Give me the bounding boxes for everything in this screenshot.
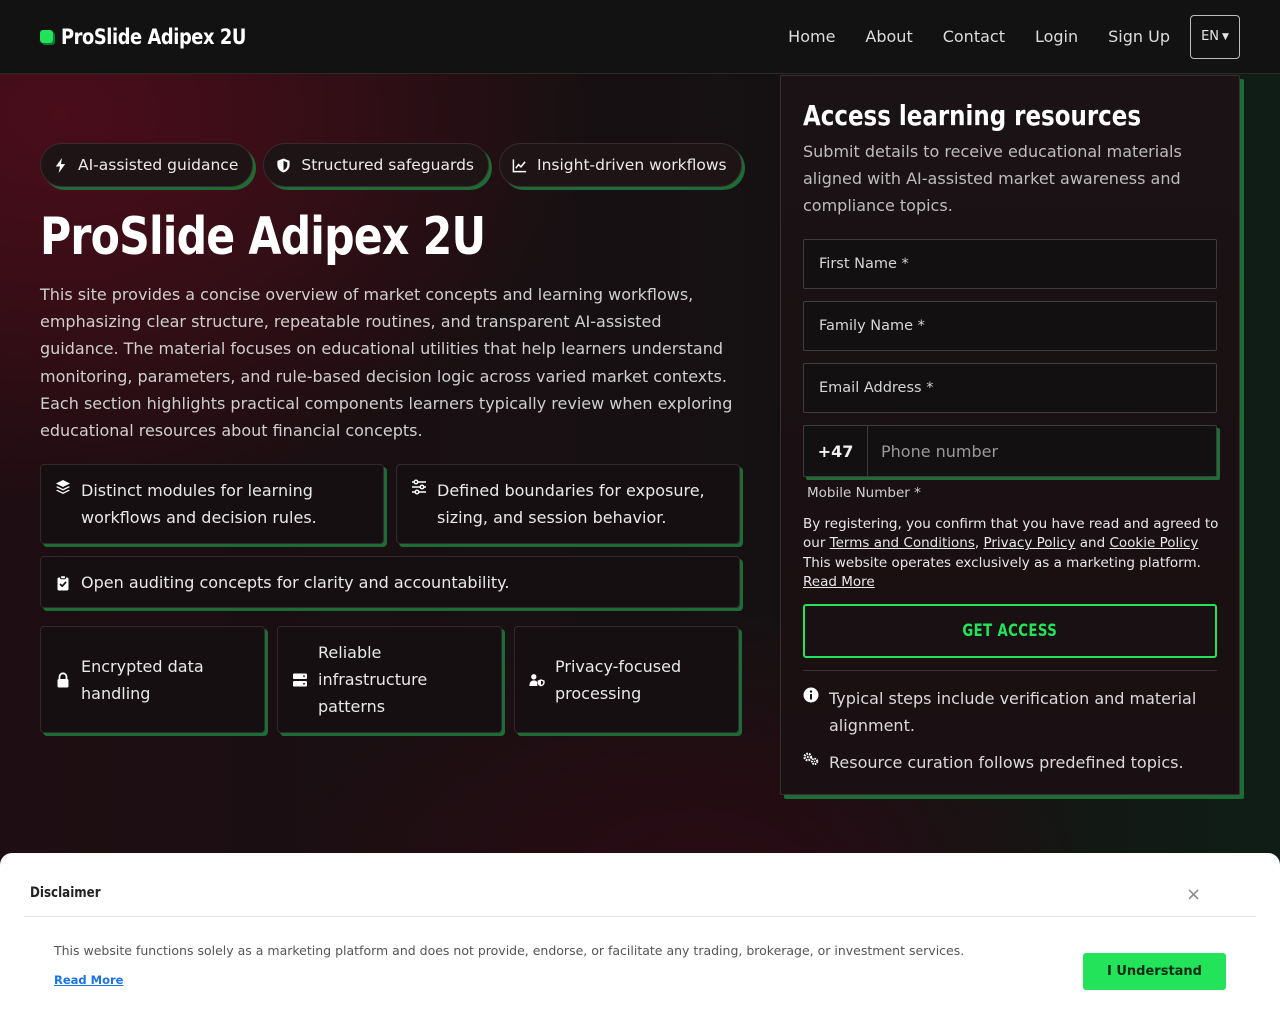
disclaimer-title: Disclaimer	[30, 885, 101, 901]
i-understand-button[interactable]: I Understand	[1083, 953, 1226, 990]
disclaimer-banner: Disclaimer × This website functions sole…	[0, 853, 1280, 1024]
trust-card-infrastructure: Reliable infrastructure patterns	[277, 626, 502, 734]
email-field[interactable]: Email Address *	[803, 363, 1217, 413]
disclaimer-header	[24, 853, 1256, 917]
feature-card-boundaries: Defined boundaries for exposure, sizing,…	[396, 464, 740, 545]
feature-text: Open auditing concepts for clarity and a…	[81, 572, 510, 592]
pill-label: Insight-driven workflows	[537, 156, 727, 174]
layers-icon	[56, 480, 70, 495]
language-selector[interactable]: EN ▼	[1190, 14, 1240, 59]
note-curation: Resource curation follows predefined top…	[803, 749, 1217, 776]
pill-insight-workflows: Insight-driven workflows	[499, 143, 742, 187]
clipboard-check-icon	[57, 575, 69, 591]
feature-text: Distinct modules for learning workflows …	[81, 481, 317, 528]
gears-icon	[803, 752, 819, 766]
brand-logo[interactable]: ProSlide Adipex 2U	[40, 25, 279, 49]
consent-suffix: This website operates exclusively as a m…	[803, 554, 1201, 571]
first-name-placeholder: First Name *	[819, 256, 909, 272]
feature-card-modules: Distinct modules for learning workflows …	[40, 464, 384, 545]
server-icon	[293, 673, 307, 687]
brand-mark-icon	[40, 30, 53, 43]
consent-and: and	[1075, 535, 1110, 552]
pill-safeguards: Structured safeguards	[263, 143, 489, 187]
feature-pills: AI-assisted guidance Structured safeguar…	[40, 143, 744, 187]
note-verification: Typical steps include verification and m…	[803, 685, 1217, 739]
trust-text: Privacy-focused processing	[555, 656, 682, 703]
nav-link-home[interactable]: Home	[788, 27, 835, 46]
first-name-field[interactable]: First Name *	[803, 239, 1217, 289]
get-access-button[interactable]: GET ACCESS	[803, 604, 1217, 659]
user-shield-icon	[529, 673, 545, 687]
nav-link-about[interactable]: About	[865, 27, 912, 46]
trust-card-privacy: Privacy-focused processing	[514, 626, 739, 734]
trust-card-encryption: Encrypted data handling	[40, 626, 265, 734]
shield-icon	[277, 157, 290, 173]
nav-link-login[interactable]: Login	[1035, 27, 1078, 46]
form-divider	[803, 670, 1217, 672]
phone-input[interactable]: Phone number	[868, 442, 998, 461]
pill-label: AI-assisted guidance	[78, 156, 239, 174]
signup-form-card: Access learning resources Submit details…	[780, 75, 1240, 795]
terms-link[interactable]: Terms and Conditions	[830, 535, 975, 551]
caret-down-icon: ▼	[1222, 31, 1229, 42]
feature-cards: Distinct modules for learning workflows …	[40, 464, 744, 545]
note-text: Typical steps include verification and m…	[829, 689, 1197, 736]
bolt-icon	[55, 157, 66, 173]
feature-card-auditing: Open auditing concepts for clarity and a…	[40, 556, 740, 609]
email-placeholder: Email Address *	[819, 380, 934, 396]
trust-text: Encrypted data handling	[81, 656, 204, 703]
nav-link-signup[interactable]: Sign Up	[1108, 27, 1170, 46]
hero-content: AI-assisted guidance Structured safeguar…	[40, 143, 744, 734]
disclaimer-text: This website functions solely as a marke…	[54, 943, 965, 958]
hero-description: This site provides a concise overview of…	[40, 285, 733, 441]
read-more-link[interactable]: Read More	[803, 574, 875, 590]
phone-field-group: +47 Phone number	[803, 425, 1217, 477]
sliders-icon	[412, 479, 426, 495]
page-title: ProSlide Adipex 2U	[40, 207, 486, 267]
top-navbar: ProSlide Adipex 2U Home About Contact Lo…	[0, 0, 1280, 74]
trust-cards: Encrypted data handling Reliable infrast…	[40, 626, 744, 734]
trust-text: Reliable infrastructure patterns	[318, 643, 428, 717]
pill-ai-guidance: AI-assisted guidance	[40, 143, 254, 187]
nav-link-contact[interactable]: Contact	[943, 27, 1005, 46]
form-subtitle: Submit details to receive educational ma…	[803, 142, 1182, 215]
feature-text: Defined boundaries for exposure, sizing,…	[437, 481, 705, 528]
chart-line-icon	[512, 158, 527, 172]
cookie-link[interactable]: Cookie Policy	[1109, 535, 1198, 551]
close-icon[interactable]: ×	[1186, 885, 1201, 905]
mobile-number-label: Mobile Number *	[807, 485, 921, 501]
family-name-field[interactable]: Family Name *	[803, 301, 1217, 351]
consent-text: By registering, you confirm that you hav…	[803, 515, 1219, 592]
family-name-placeholder: Family Name *	[819, 318, 925, 334]
privacy-link[interactable]: Privacy Policy	[983, 535, 1075, 551]
note-text: Resource curation follows predefined top…	[829, 753, 1184, 773]
disclaimer-read-more-link[interactable]: Read More	[54, 973, 123, 987]
get-access-label: GET ACCESS	[962, 621, 1058, 642]
nav-links: Home About Contact Login Sign Up EN ▼	[788, 14, 1240, 59]
lock-icon	[57, 672, 69, 688]
form-title: Access learning resources	[803, 99, 1141, 132]
language-code: EN	[1201, 29, 1220, 44]
brand-name: ProSlide Adipex 2U	[61, 24, 246, 49]
info-icon	[803, 687, 819, 703]
pill-label: Structured safeguards	[301, 156, 474, 174]
country-code-selector[interactable]: +47	[804, 426, 868, 476]
